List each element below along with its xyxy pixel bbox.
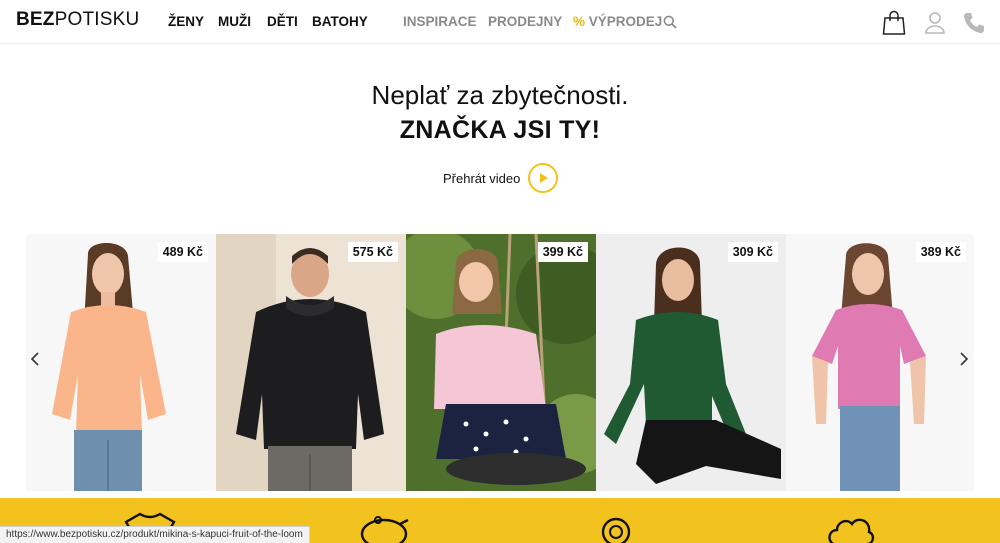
product-carousel: 489 Kč 575 Kč 399 Kč 309 Kč 389 Kč: [26, 234, 974, 491]
product-image: [596, 234, 786, 491]
nav-backpacks[interactable]: BATOHY: [312, 14, 368, 29]
site-header: BEZPOTISKU ŽENY MUŽI DĚTI BATOHY INSPIRA…: [0, 0, 1000, 44]
price-badge: 389 Kč: [915, 242, 966, 262]
sale-label: VÝPRODEJ: [588, 14, 663, 29]
play-video-button[interactable]: Přehrát video: [443, 163, 559, 193]
nav-sale[interactable]: % VÝPRODEJ: [573, 14, 662, 29]
badge-icon: [596, 510, 636, 543]
product-card[interactable]: 489 Kč: [26, 234, 216, 491]
price-badge: 309 Kč: [727, 242, 778, 262]
product-card[interactable]: 575 Kč: [216, 234, 406, 491]
price-badge: 399 Kč: [537, 242, 588, 262]
search-icon[interactable]: [663, 15, 677, 34]
product-image: [406, 234, 596, 491]
nav-stores[interactable]: PRODEJNY: [488, 14, 562, 29]
cloud-icon: [825, 510, 875, 543]
price-badge: 575 Kč: [347, 242, 398, 262]
product-card[interactable]: 399 Kč: [406, 234, 596, 491]
play-video-label: Přehrát video: [443, 170, 521, 186]
piggy-bank-icon: [356, 510, 412, 543]
logo-bold-text: BEZ: [16, 9, 55, 30]
play-icon: [528, 163, 559, 193]
nav-men[interactable]: MUŽI: [218, 14, 251, 29]
brand-logo[interactable]: BEZPOTISKU: [16, 9, 139, 31]
hero-headline: ZNAČKA JSI TY!: [399, 116, 601, 144]
chevron-left-icon[interactable]: [30, 350, 40, 371]
product-image: [216, 234, 406, 491]
product-image: [786, 234, 974, 491]
nav-inspiration[interactable]: INSPIRACE: [403, 14, 477, 29]
phone-icon[interactable]: [962, 11, 986, 40]
product-card[interactable]: 309 Kč: [596, 234, 786, 491]
nav-kids[interactable]: DĚTI: [267, 14, 298, 29]
user-icon[interactable]: [924, 11, 946, 39]
chevron-right-icon[interactable]: [959, 350, 969, 371]
link-preview-status: https://www.bezpotisku.cz/produkt/mikina…: [0, 526, 310, 543]
logo-light-text: POTISKU: [54, 9, 140, 30]
price-badge: 489 Kč: [157, 242, 208, 262]
product-card[interactable]: 389 Kč: [786, 234, 974, 491]
product-image: [26, 234, 216, 491]
shopping-bag-icon[interactable]: [882, 10, 906, 40]
nav-women[interactable]: ŽENY: [168, 14, 204, 29]
sale-percent-symbol: %: [573, 14, 586, 29]
hero-tagline: Neplať za zbytečnosti.: [371, 80, 629, 110]
